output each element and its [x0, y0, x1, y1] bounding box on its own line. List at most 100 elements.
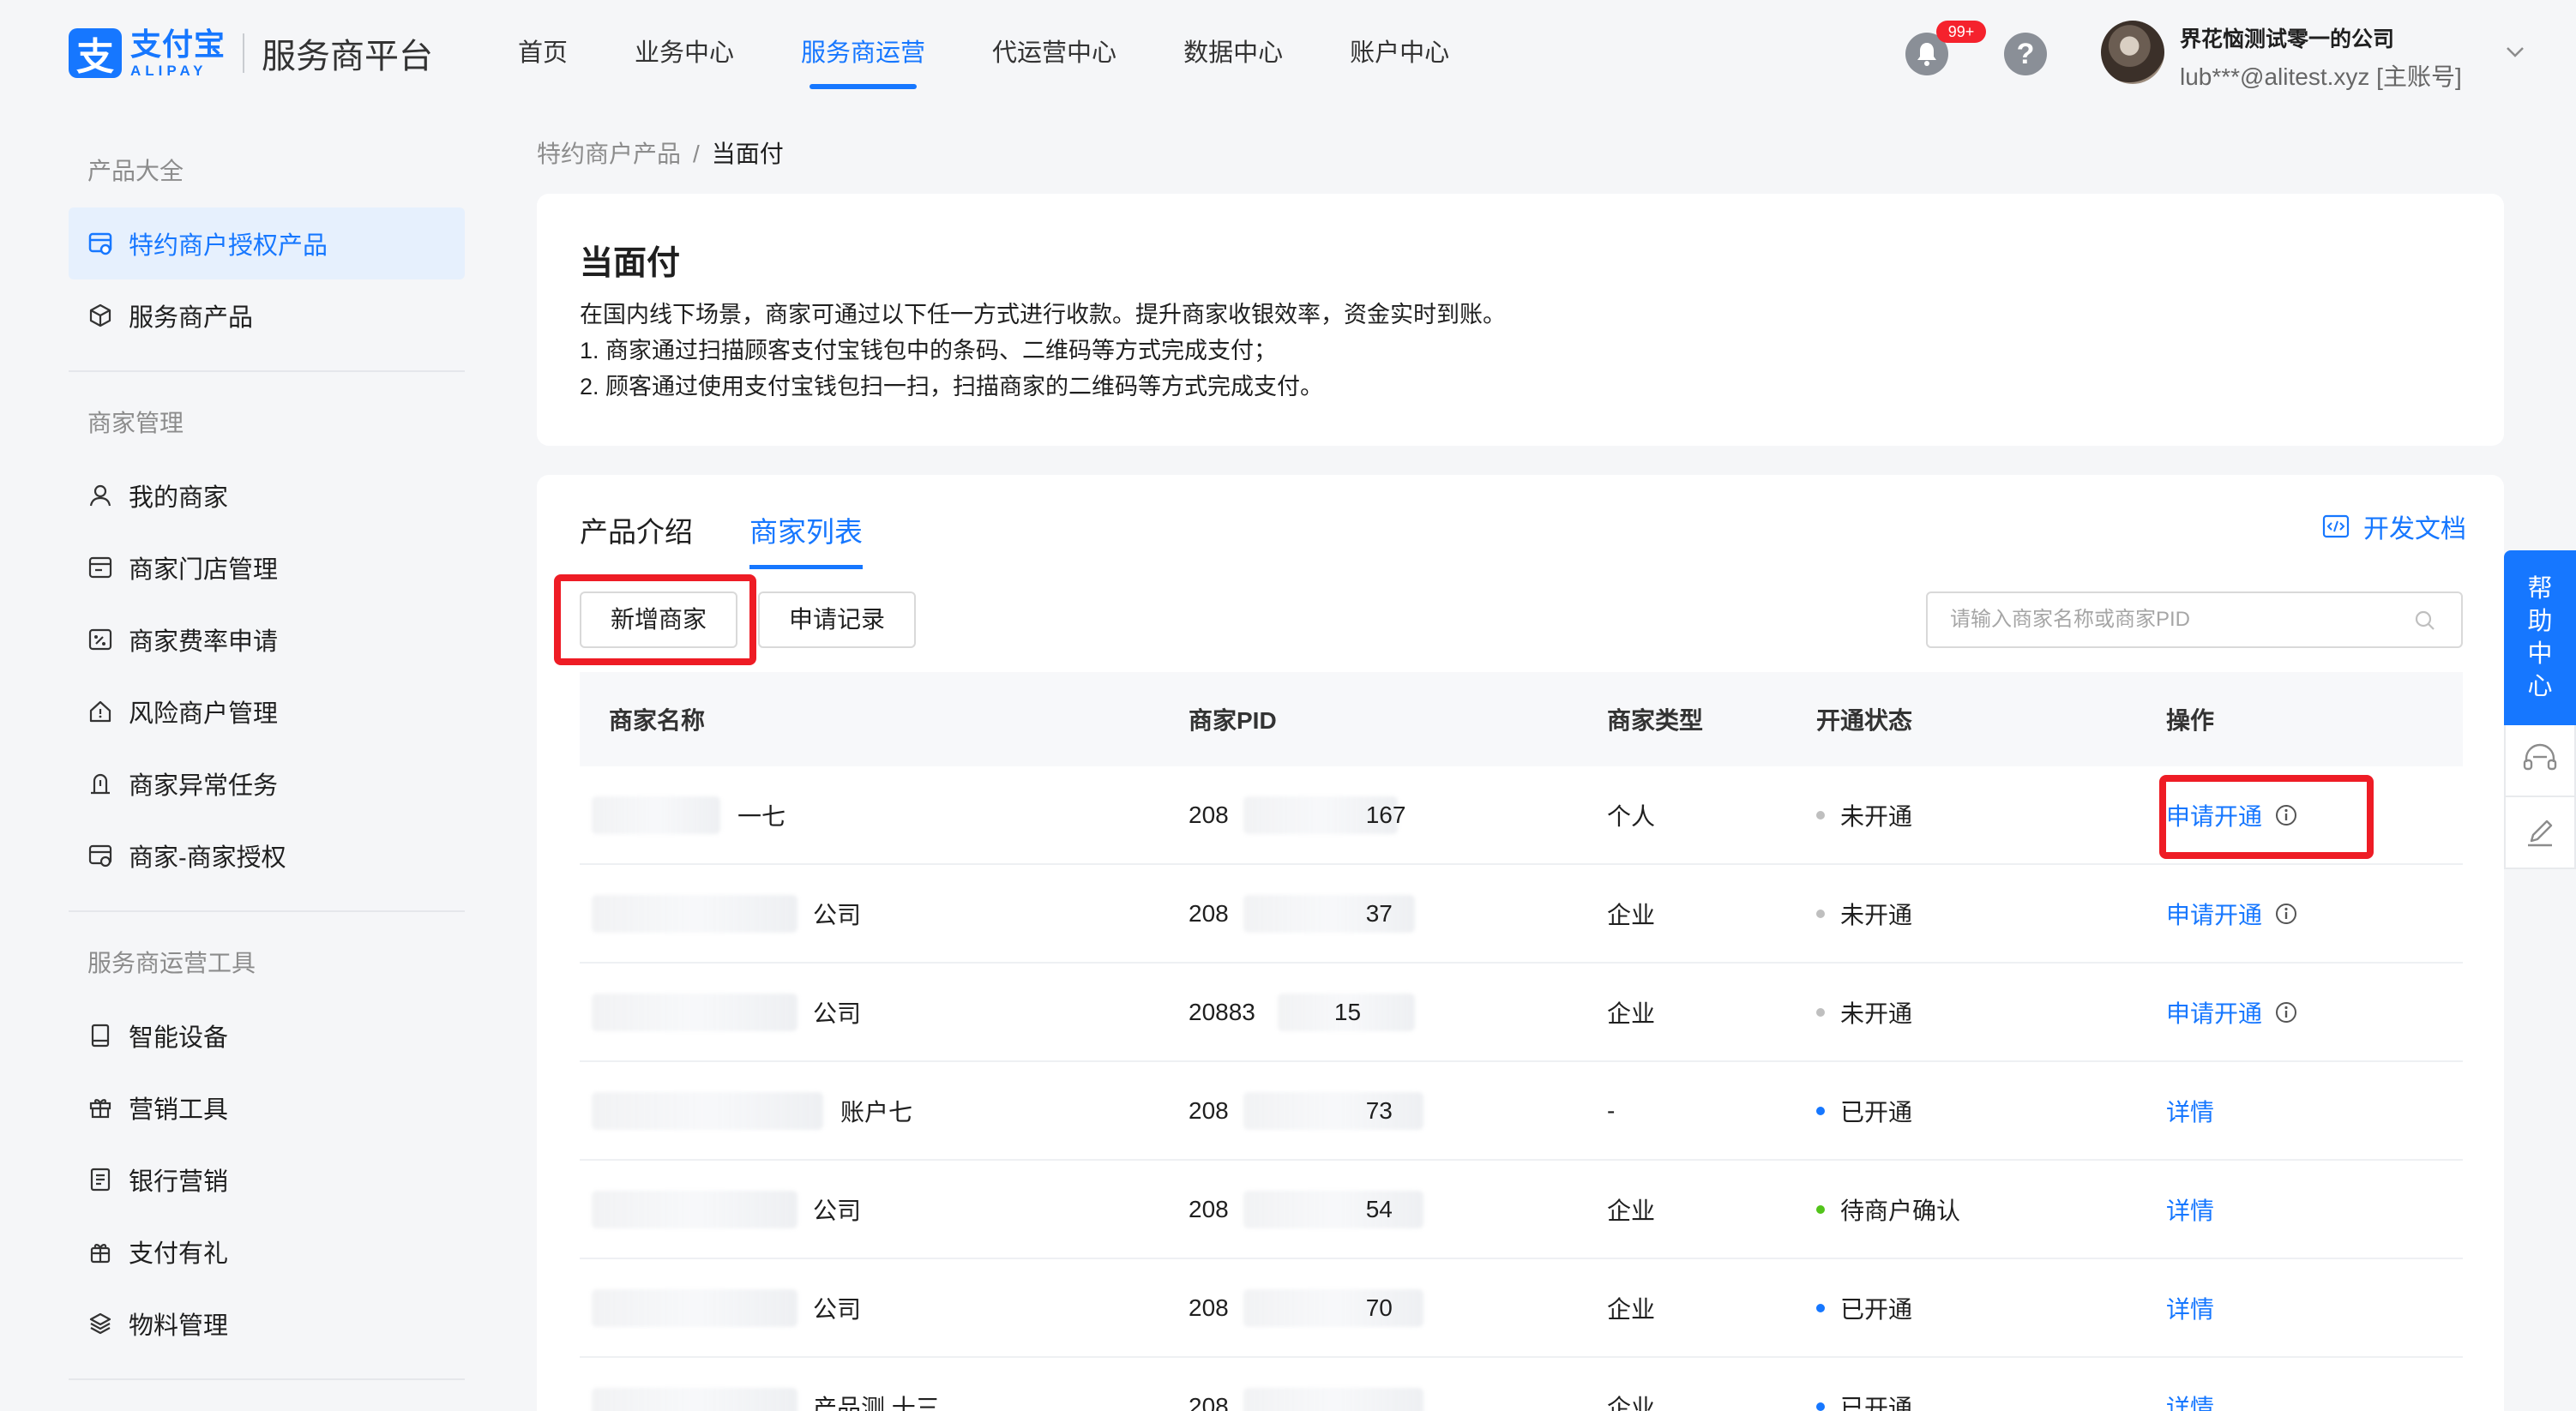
search-icon[interactable] — [2413, 609, 2437, 633]
sidebar-item-abnormal-tasks[interactable]: 商家异常任务 — [69, 748, 465, 820]
sidebar-item-pay-gift[interactable]: 支付有礼 — [69, 1216, 465, 1288]
redacted-blur — [1243, 1288, 1423, 1327]
table-header: 商家名称 商家PID 商家类型 开通状态 操作 — [580, 672, 2463, 766]
nav-agent-operations[interactable]: 代运营中心 — [992, 0, 1116, 106]
nav-account-center[interactable]: 账户中心 — [1350, 0, 1449, 106]
details-link[interactable]: 详情 — [2166, 1390, 2214, 1411]
merchant-type: 企业 — [1607, 1394, 1656, 1411]
risk-home-icon — [89, 700, 111, 723]
redacted-blur — [1243, 1091, 1423, 1130]
sidebar-item-provider-products[interactable]: 服务商产品 — [69, 279, 465, 351]
help-center-button[interactable]: 帮 助 中 心 — [2504, 550, 2576, 725]
tab-merchant-list[interactable]: 商家列表 — [749, 509, 863, 569]
merchant-type: 个人 — [1607, 802, 1656, 830]
redacted-blur — [592, 993, 797, 1031]
merchant-name: 公司 — [813, 1295, 862, 1323]
code-doc-icon — [2322, 514, 2350, 538]
merchant-search-input[interactable] — [1950, 593, 2404, 646]
merchant-pid-prefix: 208 — [1189, 1195, 1229, 1222]
description-line: 在国内线下场景，商家可通过以下任一方式进行收款。提升商家收银效率，资金实时到账。 — [580, 302, 1506, 327]
alipay-logo[interactable]: 支 支付宝 ALIPAY 服务商平台 — [69, 26, 433, 81]
avatar[interactable] — [2101, 21, 2164, 84]
merchant-pid-prefix: 208 — [1189, 801, 1229, 828]
sidebar-item-material-management[interactable]: 物料管理 — [69, 1288, 465, 1360]
chevron-down-icon[interactable] — [2506, 46, 2525, 58]
info-icon[interactable] — [2274, 902, 2298, 926]
status-dot — [1816, 810, 1825, 820]
nav-home[interactable]: 首页 — [518, 0, 568, 106]
nav-data-center[interactable]: 数据中心 — [1183, 0, 1283, 106]
table-row: 公司 20883 15 企业 未开通 申请开通 — [580, 964, 2463, 1062]
sidebar-item-risk-merchants[interactable]: 风险商户管理 — [69, 675, 465, 748]
apply-open-link[interactable]: 申请开通 — [2166, 995, 2262, 1030]
sidebar-item-merchant-auth-products[interactable]: 特约商户授权产品 — [69, 207, 465, 279]
merchant-pid-prefix: 208 — [1189, 899, 1229, 927]
sidebar-item-my-merchants[interactable]: 我的商家 — [69, 459, 465, 531]
merchant-name: 产品测 十三 — [813, 1394, 940, 1411]
sidebar-group-title: 产品大全 — [87, 158, 184, 184]
details-link[interactable]: 详情 — [2166, 1192, 2214, 1227]
column-header: 开通状态 — [1816, 707, 1913, 734]
notification-bell-icon[interactable]: 99+ — [1905, 21, 1986, 75]
sidebar-item-label: 商家费率申请 — [129, 628, 279, 656]
logo-divider — [243, 33, 245, 73]
dev-docs-link[interactable]: 开发文档 — [2322, 507, 2466, 545]
feedback-button[interactable] — [2504, 797, 2576, 869]
redacted-blur — [592, 796, 720, 834]
sidebar-item-smart-devices[interactable]: 智能设备 — [69, 1000, 465, 1072]
merchant-type: - — [1607, 1096, 1616, 1124]
merchant-pid-prefix: 208 — [1189, 1294, 1229, 1321]
details-link[interactable]: 详情 — [2166, 1094, 2214, 1128]
tab-product-intro[interactable]: 产品介绍 — [580, 509, 693, 569]
sidebar-divider — [69, 910, 465, 912]
gift-icon — [90, 1244, 111, 1264]
status-badge: 未开通 — [1840, 1000, 1913, 1027]
merchant-search-box — [1926, 591, 2463, 648]
page-title: 当面付 — [580, 245, 681, 282]
apply-open-link[interactable]: 申请开通 — [2166, 798, 2262, 832]
dev-docs-label: 开发文档 — [2363, 515, 2466, 543]
description-line: 2. 顾客通过使用支付宝钱包扫一扫，扫描商家的二维码等方式完成支付。 — [580, 374, 1324, 399]
sidebar-item-merchant-authorization[interactable]: 商家-商家授权 — [69, 820, 465, 892]
status-dot — [1816, 1007, 1825, 1017]
description-line: 1. 商家通过扫描顾客支付宝钱包中的条码、二维码等方式完成支付； — [580, 338, 1278, 363]
app-auth-icon — [88, 232, 112, 255]
merchant-pid-suffix: 167 — [1365, 801, 1406, 828]
info-icon[interactable] — [2274, 803, 2298, 827]
apply-records-button[interactable]: 申请记录 — [758, 591, 917, 648]
redacted-blur — [592, 1387, 797, 1411]
sidebar-item-store-management[interactable]: 商家门店管理 — [69, 531, 465, 603]
sidebar-item-label: 智能设备 — [129, 1024, 229, 1052]
customer-service-button[interactable] — [2504, 725, 2576, 797]
sidebar-item-bank-marketing[interactable]: 银行营销 — [69, 1144, 465, 1216]
sidebar-item-rate-application[interactable]: 商家费率申请 — [69, 603, 465, 675]
column-header: 操作 — [2166, 707, 2215, 734]
redacted-blur — [1243, 1190, 1423, 1228]
top-header: 支 支付宝 ALIPAY 服务商平台 首页 业务中心 服务商运营 代运营中心 数… — [0, 0, 2576, 106]
help-icon[interactable]: ? — [2004, 33, 2047, 75]
add-merchant-button[interactable]: 新增商家 — [580, 591, 738, 648]
status-dot — [1816, 1303, 1825, 1312]
merchant-pid-suffix: 15 — [1333, 998, 1362, 1025]
apply-open-link[interactable]: 申请开通 — [2166, 897, 2262, 931]
nav-business-center[interactable]: 业务中心 — [635, 0, 734, 106]
sidebar-item-label: 商家异常任务 — [129, 772, 279, 800]
status-dot — [1816, 1204, 1825, 1214]
sidebar-item-marketing-tools[interactable]: 营销工具 — [69, 1072, 465, 1144]
merchant-type: 企业 — [1607, 1000, 1656, 1027]
info-icon[interactable] — [2274, 1000, 2298, 1024]
nav-provider-operations[interactable]: 服务商运营 — [801, 0, 925, 106]
redacted-blur — [592, 1190, 797, 1228]
sidebar-item-label: 我的商家 — [129, 484, 229, 512]
breadcrumb-parent-link[interactable]: 特约商户产品 — [537, 141, 681, 167]
pen-icon — [2528, 820, 2553, 847]
breadcrumb-separator: / — [693, 141, 700, 167]
status-badge: 已开通 — [1840, 1394, 1913, 1411]
rate-icon — [88, 628, 112, 651]
sidebar-item-label: 银行营销 — [129, 1168, 229, 1196]
top-nav: 首页 业务中心 服务商运营 代运营中心 数据中心 账户中心 — [518, 0, 1516, 106]
table-row: 产品测 十三 208 企业 已开通 详情 — [580, 1358, 2463, 1411]
alipay-logo-mark: 支 — [69, 28, 122, 78]
details-link[interactable]: 详情 — [2166, 1291, 2214, 1325]
merchant-type: 企业 — [1607, 1197, 1656, 1224]
